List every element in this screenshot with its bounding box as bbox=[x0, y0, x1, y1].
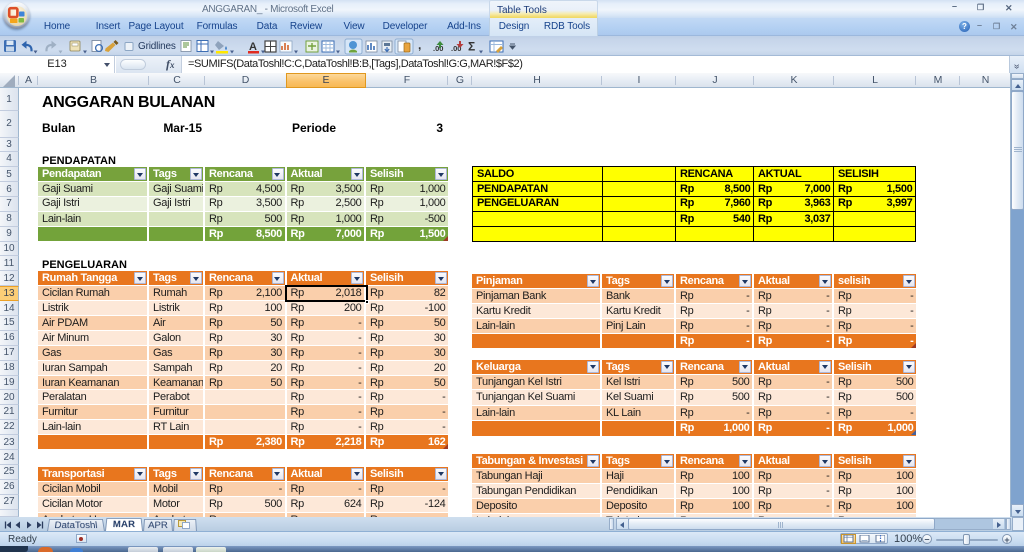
svg-text:,: , bbox=[418, 38, 421, 52]
svg-text:Σ: Σ bbox=[468, 40, 475, 54]
svg-text:.00: .00 bbox=[433, 44, 443, 53]
